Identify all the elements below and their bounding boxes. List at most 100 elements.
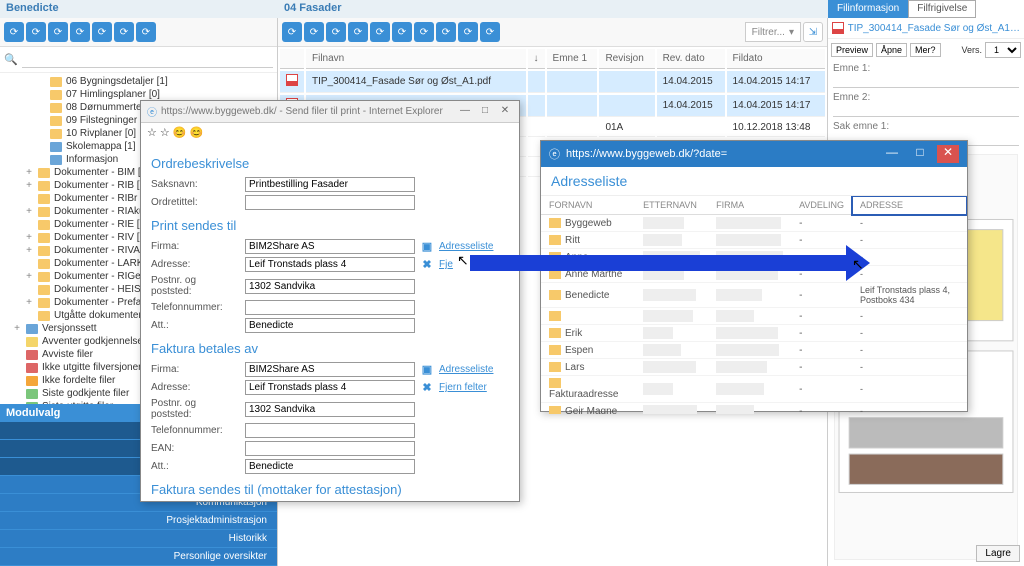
col-adresse[interactable]: ADRESSE bbox=[852, 196, 967, 215]
col-emne[interactable]: Emne 1 bbox=[547, 49, 598, 69]
rating-icons: ☆ ☆ 😊 😊 bbox=[141, 123, 519, 142]
att2-input[interactable] bbox=[245, 459, 415, 474]
toolbar-icon[interactable]: ⟳ bbox=[4, 22, 24, 42]
address-row[interactable]: -- bbox=[541, 308, 967, 325]
more-button[interactable]: Mer? bbox=[910, 43, 941, 57]
toolbar-icon[interactable]: ⟳ bbox=[70, 22, 90, 42]
ean-input[interactable] bbox=[245, 441, 415, 456]
tab-filinformasjon[interactable]: Filinformasjon bbox=[828, 0, 908, 18]
close-button[interactable]: ✕ bbox=[937, 145, 959, 163]
fjern-link[interactable]: Fje bbox=[439, 259, 453, 270]
section-faktura-betales: Faktura betales av bbox=[151, 341, 509, 356]
toolbar-icon[interactable]: ⟳ bbox=[392, 22, 412, 42]
minimize-button[interactable]: — bbox=[881, 145, 903, 163]
col-revisjon[interactable]: Revisjon bbox=[599, 49, 654, 69]
modul-item[interactable]: Personlige oversikter bbox=[0, 548, 277, 566]
lagre-button[interactable]: Lagre bbox=[976, 545, 1020, 562]
toolbar-icon[interactable]: ⟳ bbox=[48, 22, 68, 42]
address-row[interactable]: Erik-- bbox=[541, 325, 967, 342]
address-row[interactable]: Ritt-- bbox=[541, 232, 967, 249]
chevron-down-icon: ▾ bbox=[789, 27, 794, 38]
book-icon: ▣ bbox=[421, 364, 433, 376]
address-row[interactable]: Benedicte-Leif Tronstads plass 4, Postbo… bbox=[541, 283, 967, 308]
maximize-button[interactable]: □ bbox=[909, 145, 931, 163]
adresseliste-link[interactable]: Adresseliste bbox=[439, 241, 493, 252]
section-ordrebeskrivelse: Ordrebeskrivelse bbox=[151, 156, 509, 171]
mid-toolbar: ⟳ ⟳ ⟳ ⟳ ⟳ ⟳ ⟳ ⟳ ⟳ ⟳ Filtrer... ▾ ⇲ bbox=[278, 18, 827, 47]
fjern-link[interactable]: Fjern felter bbox=[439, 382, 487, 393]
col-firma[interactable]: FIRMA bbox=[708, 196, 791, 215]
toolbar-icon[interactable]: ⟳ bbox=[92, 22, 112, 42]
tlf-input[interactable] bbox=[245, 300, 415, 315]
col-fildato[interactable]: Fildato bbox=[727, 49, 825, 69]
att-input[interactable] bbox=[245, 318, 415, 333]
tab-filfrigivelse[interactable]: Filfrigivelse bbox=[908, 0, 976, 18]
saksnavn-input[interactable] bbox=[245, 177, 415, 192]
adresse-label: Adresse: bbox=[151, 259, 239, 270]
vers-select[interactable]: 1 bbox=[985, 42, 1021, 58]
toolbar-icon[interactable]: ⟳ bbox=[282, 22, 302, 42]
toolbar-icon[interactable]: ⟳ bbox=[326, 22, 346, 42]
toolbar-icon[interactable]: ⟳ bbox=[136, 22, 156, 42]
address-row[interactable]: Fakturaadresse-- bbox=[541, 376, 967, 403]
adresse2-input[interactable] bbox=[245, 380, 415, 395]
firma-label: Firma: bbox=[151, 241, 239, 252]
file-row[interactable]: TIP_300414_Fasade Sør og Øst_A1.pdf14.04… bbox=[280, 71, 825, 93]
section-print-sendes: Print sendes til bbox=[151, 218, 509, 233]
col-filnavn[interactable]: Filnavn bbox=[306, 49, 526, 69]
firma-input[interactable] bbox=[245, 239, 415, 254]
address-row[interactable]: Lars-- bbox=[541, 359, 967, 376]
emne1-input[interactable] bbox=[833, 74, 1019, 88]
toolbar-icon[interactable]: ⟳ bbox=[458, 22, 478, 42]
panel-title-left: Benedicte bbox=[0, 0, 278, 18]
toolbar-icon[interactable]: ⟳ bbox=[26, 22, 46, 42]
modul-item[interactable]: Prosjektadministrasjon bbox=[0, 512, 277, 530]
emne2-input[interactable] bbox=[833, 103, 1019, 117]
modul-item[interactable]: Historikk bbox=[0, 530, 277, 548]
toolbar-icon[interactable]: ⟳ bbox=[370, 22, 390, 42]
minimize-button[interactable]: — bbox=[457, 105, 473, 119]
toolbar-icon[interactable]: ⟳ bbox=[436, 22, 456, 42]
clear-icon: ✖ bbox=[421, 259, 433, 271]
ie-icon: ⓔ bbox=[549, 146, 560, 162]
adresseliste-link[interactable]: Adresseliste bbox=[439, 364, 493, 375]
left-toolbar: ⟳ ⟳ ⟳ ⟳ ⟳ ⟳ ⟳ bbox=[0, 18, 277, 47]
att2-label: Att.: bbox=[151, 461, 239, 472]
export-icon[interactable]: ⇲ bbox=[803, 22, 823, 42]
address-row[interactable]: Geir Magne-- bbox=[541, 403, 967, 415]
maximize-button[interactable]: □ bbox=[477, 105, 493, 119]
col-fornavn[interactable]: FORNAVN bbox=[541, 196, 635, 215]
preview-button[interactable]: Preview bbox=[831, 43, 873, 57]
col-revdato[interactable]: Rev. dato bbox=[657, 49, 725, 69]
close-button[interactable]: ✕ bbox=[497, 105, 513, 119]
postnr2-input[interactable] bbox=[245, 402, 415, 417]
toolbar-icon[interactable]: ⟳ bbox=[348, 22, 368, 42]
toolbar-icon[interactable]: ⟳ bbox=[114, 22, 134, 42]
adresse-input[interactable] bbox=[245, 257, 415, 272]
col-avdeling[interactable]: AVDELING bbox=[791, 196, 852, 215]
adresseliste-title: Adresseliste bbox=[541, 167, 967, 196]
emne2-label: Emne 2: bbox=[833, 92, 1019, 103]
saksnavn-label: Saksnavn: bbox=[151, 179, 239, 190]
firma2-input[interactable] bbox=[245, 362, 415, 377]
toolbar-icon[interactable]: ⟳ bbox=[414, 22, 434, 42]
postnr-label: Postnr. og poststed: bbox=[151, 275, 239, 297]
tlf2-label: Telefonnummer: bbox=[151, 425, 239, 436]
filter-dropdown[interactable]: Filtrer... ▾ bbox=[745, 22, 801, 42]
address-row[interactable]: Byggeweb-- bbox=[541, 215, 967, 232]
tlf2-input[interactable] bbox=[245, 423, 415, 438]
ordretittel-label: Ordretittel: bbox=[151, 197, 239, 208]
open-button[interactable]: Åpne bbox=[876, 43, 907, 57]
adresse2-label: Adresse: bbox=[151, 382, 239, 393]
tree-item[interactable]: 06 Bygningsdetaljer [1] bbox=[0, 75, 277, 88]
toolbar-icon[interactable]: ⟳ bbox=[480, 22, 500, 42]
search-input[interactable] bbox=[22, 51, 273, 68]
col-etternavn[interactable]: ETTERNAVN bbox=[635, 196, 708, 215]
address-row[interactable]: Espen-- bbox=[541, 342, 967, 359]
tlf-label: Telefonnummer: bbox=[151, 302, 239, 313]
postnr-input[interactable] bbox=[245, 279, 415, 294]
ordretittel-input[interactable] bbox=[245, 195, 415, 210]
vers-label: Vers. bbox=[961, 45, 982, 55]
clear-icon: ✖ bbox=[421, 382, 433, 394]
toolbar-icon[interactable]: ⟳ bbox=[304, 22, 324, 42]
